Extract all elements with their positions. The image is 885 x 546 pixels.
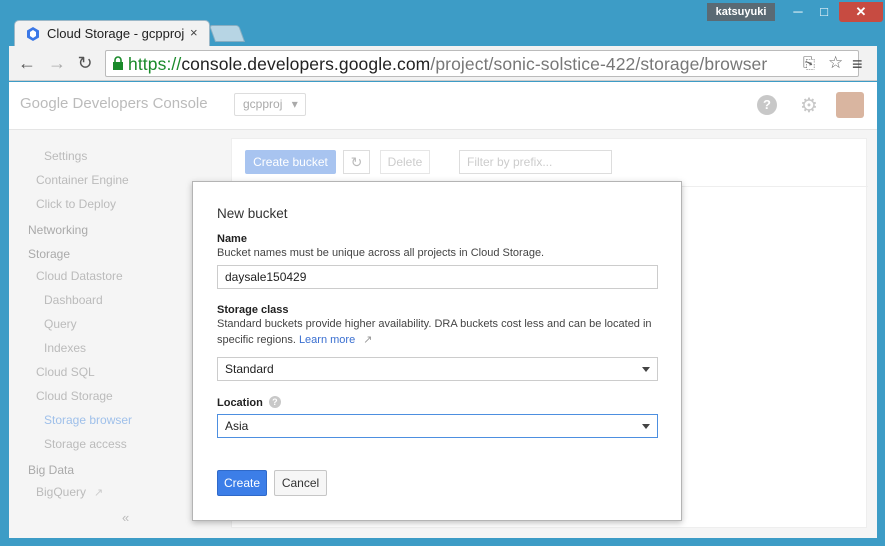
reload-button[interactable]: ↻ (73, 52, 97, 74)
chevron-down-icon (642, 424, 650, 429)
translate-icon[interactable]: ⎘ (803, 55, 815, 72)
collapse-sidebar-icon[interactable]: « (122, 510, 129, 525)
sidebar-item-storage-access[interactable]: Storage access (44, 437, 127, 451)
sidebar-item-dashboard[interactable]: Dashboard (44, 293, 103, 307)
tab-title: Cloud Storage - gcpproj (47, 26, 185, 41)
browser-tab[interactable]: Cloud Storage - gcpproj × (14, 20, 210, 46)
dialog-title: New bucket (217, 206, 288, 221)
sidebar-item-cloud-datastore[interactable]: Cloud Datastore (36, 269, 123, 283)
browser-menu-icon[interactable]: ≡ (852, 54, 863, 75)
sidebar-item-cloud-storage[interactable]: Cloud Storage (36, 389, 113, 403)
filter-input[interactable]: Filter by prefix... (459, 150, 612, 174)
project-selector[interactable]: gcpproj ▾ (234, 93, 306, 116)
storage-class-help-text: Standard buckets provide higher availabi… (217, 317, 662, 348)
create-bucket-button[interactable]: Create bucket (245, 150, 336, 174)
url-text: https://console.developers.google.com/pr… (128, 54, 768, 74)
sidebar-item-click-to-deploy[interactable]: Click to Deploy (36, 197, 116, 211)
bookmark-star-icon[interactable]: ☆ (828, 53, 843, 73)
sidebar-item-storage[interactable]: Storage (28, 247, 70, 261)
name-label: Name (217, 233, 247, 245)
sidebar-item-container-engine[interactable]: Container Engine (36, 173, 129, 187)
maximize-button[interactable]: □ (811, 2, 837, 22)
console-logo[interactable]: Google Developers Console (20, 95, 208, 112)
browser-window: katsuyuki ─ □ ✕ Cloud Storage - gcpproj … (0, 0, 885, 546)
project-name: gcpproj (243, 97, 283, 111)
lock-icon (113, 56, 123, 70)
sidebar-item-networking[interactable]: Networking (28, 223, 88, 237)
back-button[interactable]: ← (15, 52, 39, 74)
cancel-button[interactable]: Cancel (274, 470, 327, 496)
sidebar-item-indexes[interactable]: Indexes (44, 341, 86, 355)
chevron-down-icon (642, 367, 650, 372)
new-tab-button[interactable] (208, 25, 246, 42)
storage-class-value: Standard (225, 362, 274, 376)
tab-close-icon[interactable]: × (190, 25, 198, 40)
feedback-icon[interactable]: ? (757, 95, 777, 115)
sidebar-item-settings[interactable]: Settings (44, 149, 87, 163)
delete-button[interactable]: Delete (380, 150, 430, 174)
create-button[interactable]: Create (217, 470, 267, 496)
help-icon[interactable]: ? (268, 396, 281, 408)
storage-class-select[interactable]: Standard (217, 357, 658, 381)
sidebar-item-bigquery[interactable]: BigQuery ↗ (36, 485, 103, 499)
console-header: Google Developers Console gcpproj ▾ ? ⚙ (9, 82, 877, 130)
sidebar-item-big-data[interactable]: Big Data (28, 463, 74, 477)
external-link-icon: ↗ (94, 487, 104, 499)
bucket-name-input[interactable]: daysale150429 (217, 265, 658, 289)
location-value: Asia (225, 419, 249, 433)
name-help-text: Bucket names must be unique across all p… (217, 247, 545, 259)
sidebar-item-cloud-sql[interactable]: Cloud SQL (36, 365, 95, 379)
external-link-icon: ↗ (363, 333, 373, 346)
storage-class-label: Storage class (217, 304, 289, 316)
title-bar: katsuyuki ─ □ ✕ Cloud Storage - gcpproj … (0, 0, 885, 46)
chevron-down-icon: ▾ (291, 97, 298, 111)
avatar[interactable] (836, 92, 864, 118)
new-bucket-dialog: New bucket Name Bucket names must be uni… (192, 181, 682, 521)
refresh-icon[interactable]: ↻ (343, 150, 370, 174)
browser-toolbar: ← → ↻ https://console.developers.google.… (9, 46, 877, 81)
location-select[interactable]: Asia (217, 414, 658, 438)
close-window-button[interactable]: ✕ (839, 2, 883, 22)
learn-more-link[interactable]: Learn more (299, 334, 355, 346)
minimize-button[interactable]: ─ (785, 2, 811, 22)
cloud-storage-icon (27, 27, 39, 41)
forward-button[interactable]: → (45, 52, 69, 74)
sidebar-item-storage-browser[interactable]: Storage browser (44, 413, 132, 427)
sidebar-item-query[interactable]: Query (44, 317, 77, 331)
page: Google Developers Console gcpproj ▾ ? ⚙ … (9, 82, 877, 538)
address-bar[interactable]: https://console.developers.google.com/pr… (105, 50, 859, 77)
user-badge: katsuyuki (707, 3, 775, 21)
gear-icon[interactable]: ⚙ (800, 93, 818, 118)
location-label: Location? (217, 396, 281, 409)
